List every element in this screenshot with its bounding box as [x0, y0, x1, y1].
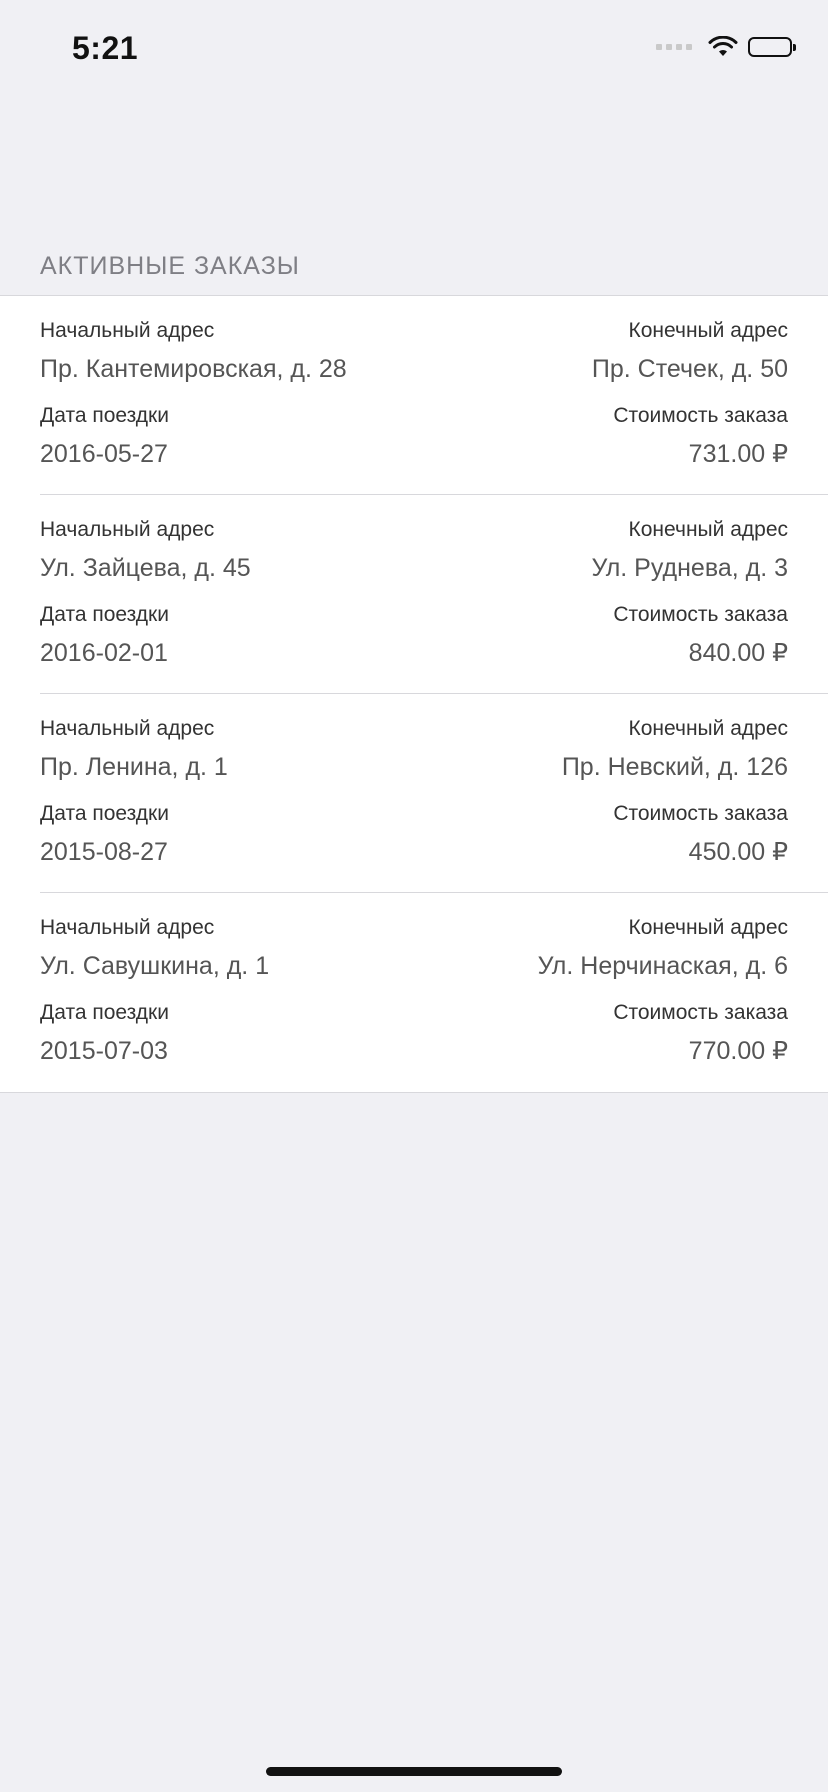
start-address-label: Начальный адрес	[40, 518, 215, 541]
trip-date-field: Дата поездки 2016-05-27	[40, 403, 169, 471]
trip-date-value: 2016-05-27	[40, 440, 168, 468]
end-address-label: Конечный адрес	[628, 319, 788, 342]
start-address-value: Ул. Зайцева, д. 45	[40, 554, 251, 582]
end-address-field: Конечный адрес Ул. Руднева, д. 3	[591, 517, 788, 585]
start-address-value: Ул. Савушкина, д. 1	[40, 952, 270, 980]
order-cost-value: 840.00 ₽	[688, 639, 788, 667]
trip-date-label: Дата поездки	[40, 603, 169, 626]
battery-icon	[748, 37, 796, 57]
end-address-field: Конечный адрес Пр. Стечек, д. 50	[592, 318, 788, 386]
trip-date-field: Дата поездки 2015-08-27	[40, 801, 169, 869]
trip-date-value: 2015-07-03	[40, 1037, 168, 1065]
end-address-label: Конечный адрес	[628, 717, 788, 740]
start-address-field: Начальный адрес Пр. Кантемировская, д. 2…	[40, 318, 347, 386]
orders-list: Начальный адрес Пр. Кантемировская, д. 2…	[0, 295, 828, 1093]
order-cost-label: Стоимость заказа	[613, 802, 788, 825]
start-address-field: Начальный адрес Ул. Зайцева, д. 45	[40, 517, 251, 585]
trip-date-field: Дата поездки 2015-07-03	[40, 1000, 169, 1068]
end-address-field: Конечный адрес Ул. Нерчинаская, д. 6	[538, 915, 788, 983]
start-address-field: Начальный адрес Пр. Ленина, д. 1	[40, 716, 228, 784]
order-item[interactable]: Начальный адрес Пр. Ленина, д. 1 Конечны…	[40, 694, 828, 893]
end-address-value: Ул. Руднева, д. 3	[591, 554, 788, 582]
section-title: АКТИВНЫЕ ЗАКАЗЫ	[40, 252, 300, 280]
home-indicator[interactable]	[266, 1767, 562, 1776]
order-cost-value: 770.00 ₽	[688, 1037, 788, 1065]
start-address-label: Начальный адрес	[40, 717, 215, 740]
start-address-label: Начальный адрес	[40, 319, 215, 342]
start-address-value: Пр. Кантемировская, д. 28	[40, 355, 347, 383]
order-item[interactable]: Начальный адрес Ул. Савушкина, д. 1 Коне…	[40, 893, 828, 1092]
end-address-label: Конечный адрес	[628, 518, 788, 541]
start-address-field: Начальный адрес Ул. Савушкина, д. 1	[40, 915, 269, 983]
trip-date-label: Дата поездки	[40, 1001, 169, 1024]
trip-date-label: Дата поездки	[40, 802, 169, 825]
wifi-icon	[708, 36, 738, 56]
order-cost-label: Стоимость заказа	[613, 1001, 788, 1024]
order-cost-field: Стоимость заказа 731.00 ₽	[613, 403, 788, 471]
trip-date-field: Дата поездки 2016-02-01	[40, 602, 169, 670]
order-cost-value: 731.00 ₽	[688, 440, 788, 468]
start-address-label: Начальный адрес	[40, 916, 215, 939]
order-cost-label: Стоимость заказа	[613, 404, 788, 427]
start-address-value: Пр. Ленина, д. 1	[40, 753, 228, 781]
status-bar: 5:21	[0, 0, 828, 100]
end-address-value: Пр. Невский, д. 126	[561, 753, 788, 781]
order-item[interactable]: Начальный адрес Пр. Кантемировская, д. 2…	[40, 296, 828, 495]
order-item[interactable]: Начальный адрес Ул. Зайцева, д. 45 Конеч…	[40, 495, 828, 694]
trip-date-value: 2015-08-27	[40, 838, 168, 866]
end-address-value: Ул. Нерчинаская, д. 6	[537, 952, 788, 980]
end-address-field: Конечный адрес Пр. Невский, д. 126	[562, 716, 788, 784]
trip-date-label: Дата поездки	[40, 404, 169, 427]
end-address-value: Пр. Стечек, д. 50	[591, 355, 788, 383]
order-cost-value: 450.00 ₽	[688, 838, 788, 866]
status-icons	[656, 36, 796, 58]
order-cost-field: Стоимость заказа 840.00 ₽	[613, 602, 788, 670]
order-cost-field: Стоимость заказа 770.00 ₽	[613, 1000, 788, 1068]
cellular-signal-icon	[656, 44, 692, 50]
status-time: 5:21	[72, 30, 139, 66]
end-address-label: Конечный адрес	[628, 916, 788, 939]
order-cost-label: Стоимость заказа	[613, 603, 788, 626]
order-cost-field: Стоимость заказа 450.00 ₽	[613, 801, 788, 869]
trip-date-value: 2016-02-01	[40, 639, 168, 667]
